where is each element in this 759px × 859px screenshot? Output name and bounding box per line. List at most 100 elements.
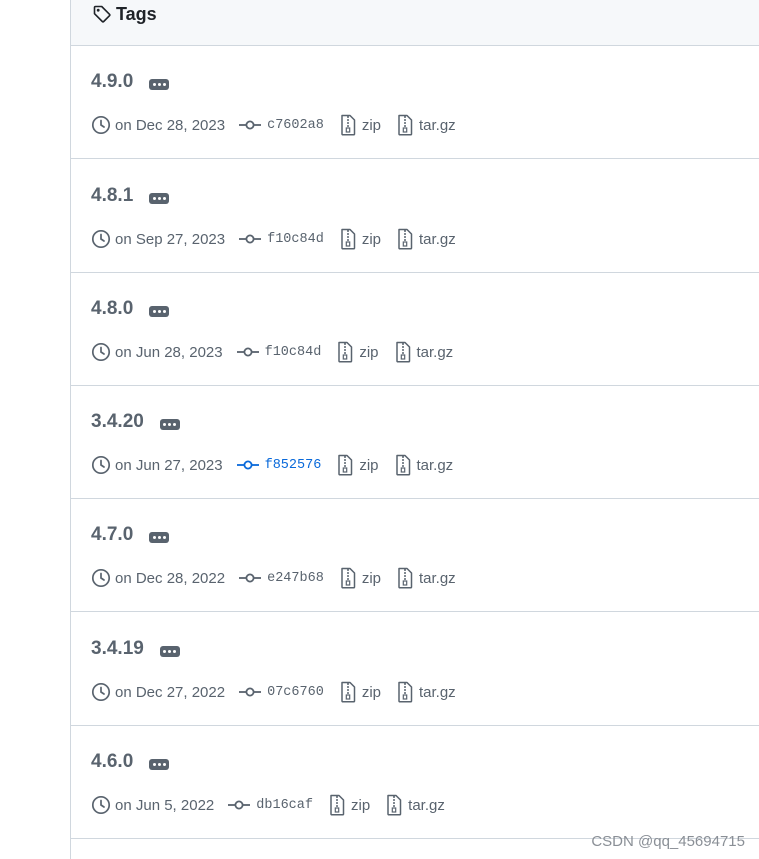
commit-icon [236,460,259,470]
dot-icon [168,422,172,426]
more-options-button[interactable] [149,192,170,204]
targz-link-label: tar.gz [419,683,456,701]
commit-icon [236,347,259,357]
commit-link[interactable]: e247b68 [225,570,324,586]
tag-meta: on Dec 28, 2023 c7602a8 zip tar.gz [91,114,456,136]
zip-download-link[interactable]: zip [324,228,381,250]
targz-download-link[interactable]: tar.gz [381,228,456,250]
targz-download-link[interactable]: tar.gz [379,454,453,476]
commit-icon [239,687,262,697]
file-zip-icon [398,681,413,703]
tag-name-link[interactable]: 4.6.0 [91,750,133,774]
zip-link-label: zip [361,230,382,248]
more-options-button[interactable] [159,418,180,430]
file-zip-icon [341,567,356,589]
tag-meta: on Dec 27, 2022 07c6760 zip tar.gz [91,681,456,703]
more-options-button[interactable] [149,531,170,543]
tag-name-link[interactable]: 4.8.1 [91,184,133,208]
tag-name-link[interactable]: 3.4.20 [91,410,144,434]
dot-icon [168,649,172,653]
clock-icon [91,455,111,475]
tag-icon [93,5,111,23]
tag-name-link[interactable]: 4.7.0 [91,523,133,547]
commit-icon [239,120,262,130]
zip-download-link[interactable]: zip [321,341,379,363]
commit-link[interactable]: f10c84d [225,231,324,247]
file-zip-icon [338,454,353,476]
tags-panel: Tags 4.9.0 on Dec 28, 2023 c7602a8 zip t… [70,0,759,859]
commit-sha: e247b68 [267,570,324,586]
tag-name-line: 4.9.0 [91,70,170,94]
zip-link-label: zip [350,796,371,814]
tag-date: on Dec 27, 2022 [91,682,225,702]
targz-link-label: tar.gz [408,796,445,814]
tag-name-line: 4.6.0 [91,750,170,774]
commit-link[interactable]: f10c84d [223,344,321,360]
targz-download-link[interactable]: tar.gz [379,341,453,363]
tag-row: 4.9.0 on Dec 28, 2023 c7602a8 zip tar.gz [71,46,759,159]
dot-icon [162,762,166,766]
tag-date: on Dec 28, 2022 [91,568,225,588]
zip-download-link[interactable]: zip [324,114,381,136]
tag-meta: on Jun 28, 2023 f10c84d zip tar.gz [91,341,453,363]
zip-link-label: zip [361,683,381,701]
file-zip-icon [387,794,402,816]
dot-icon [162,196,166,200]
tag-date: on Jun 5, 2022 [91,795,214,815]
zip-link-label: zip [361,569,381,587]
commit-sha: f852576 [264,457,322,473]
commit-icon [228,800,251,810]
targz-download-link[interactable]: tar.gz [381,681,456,703]
targz-download-link[interactable]: tar.gz [370,794,445,816]
tag-meta: on Sep 27, 2023 f10c84d zip tar.gz [91,228,456,250]
commit-sha: c7602a8 [267,117,324,133]
tag-name-line: 4.8.0 [91,297,170,321]
file-zip-icon [398,228,413,250]
file-zip-icon [341,114,356,136]
targz-download-link[interactable]: tar.gz [381,567,456,589]
tag-date-text: on Sep 27, 2023 [115,230,226,248]
targz-download-link[interactable]: tar.gz [381,114,456,136]
commit-link[interactable]: 07c6760 [225,684,324,700]
dot-icon [157,82,161,86]
dot-icon [152,309,156,313]
more-options-button[interactable] [149,758,170,770]
commit-icon [239,234,262,244]
commit-sha: db16caf [256,797,313,813]
more-options-button[interactable] [149,78,170,90]
file-zip-icon [341,228,356,250]
file-zip-icon [338,341,353,363]
tag-date-text: on Jun 28, 2023 [115,343,223,361]
zip-download-link[interactable]: zip [324,567,381,589]
file-zip-icon [395,454,410,476]
dot-icon [163,422,167,426]
dot-icon [163,649,167,653]
clock-icon [91,229,111,249]
targz-link-label: tar.gz [419,569,456,587]
tag-name-link[interactable]: 4.8.0 [91,297,133,321]
dot-icon [152,535,156,539]
zip-download-link[interactable]: zip [324,681,381,703]
commit-link[interactable]: c7602a8 [225,117,324,133]
commit-link[interactable]: db16caf [214,797,313,813]
dot-icon [157,762,161,766]
zip-download-link[interactable]: zip [321,454,379,476]
zip-link-label: zip [359,343,379,361]
commit-link[interactable]: f852576 [223,457,322,473]
tag-meta: on Jun 27, 2023 f852576 zip tar.gz [91,454,453,476]
zip-download-link[interactable]: zip [313,794,370,816]
tag-name-link[interactable]: 3.4.19 [91,637,144,661]
tag-date-text: on Dec 28, 2023 [115,116,226,134]
tag-date: on Jun 27, 2023 [91,455,223,475]
watermark: CSDN @qq_45694715 [591,833,745,850]
tag-date-text: on Dec 27, 2022 [115,683,226,701]
targz-link-label: tar.gz [419,230,456,248]
clock-icon [91,568,111,588]
more-options-button[interactable] [149,305,170,317]
dot-icon [162,535,166,539]
more-options-button[interactable] [159,645,180,657]
tag-name-line: 4.7.0 [91,523,170,547]
tag-name-link[interactable]: 4.9.0 [91,70,133,94]
dot-icon [152,82,156,86]
dot-icon [152,196,156,200]
